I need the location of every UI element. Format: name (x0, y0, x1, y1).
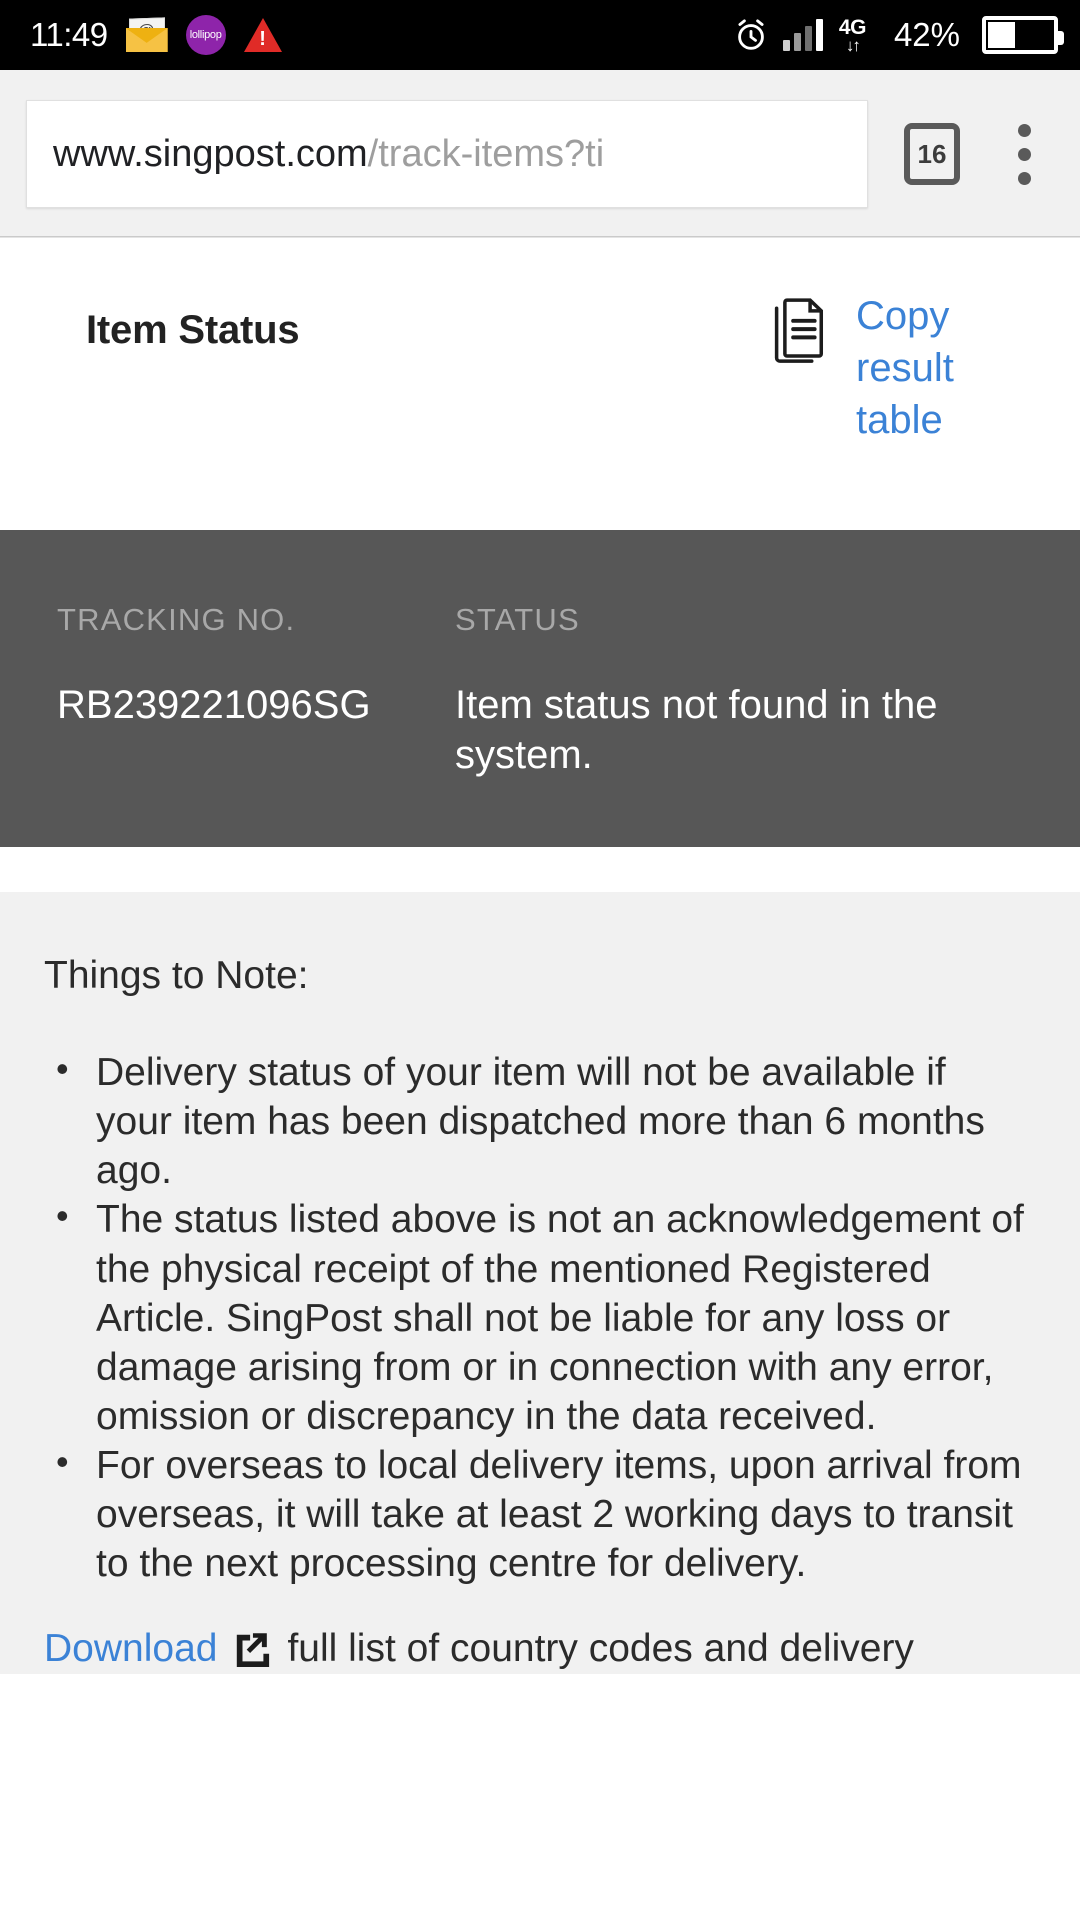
copy-result-table-label: Copy result table (856, 294, 954, 442)
mail-at-icon: @ (125, 17, 168, 52)
url-text: www.singpost.com/track-items?ti (53, 135, 604, 173)
download-country-codes-row: Download full list of country codes and … (44, 1624, 1024, 1673)
lollipop-icon: lollipop (185, 15, 226, 55)
battery-icon (982, 16, 1064, 54)
network-type-icon: 4G ↓↑ (838, 15, 867, 55)
status-bar-notification-icons: @ lollipop ! (125, 15, 282, 55)
url-input[interactable]: www.singpost.com/track-items?ti (26, 100, 868, 208)
status-column: STATUS Item status not found in the syst… (455, 602, 1080, 847)
warning-triangle-icon: ! (243, 18, 282, 52)
page-title: Item Status (86, 308, 300, 352)
url-host: www.singpost.com (53, 133, 368, 175)
things-to-note-title: Things to Note: (44, 954, 309, 997)
status-bar-system-icons: 4G ↓↑ 42% (733, 15, 1064, 55)
item-status-header: Item Status Copy result table (0, 238, 1080, 530)
tracking-number-column: TRACKING NO. RB239221096SG (0, 602, 455, 847)
section-divider (0, 847, 1080, 892)
status-value: Item status not found in the system. (455, 683, 938, 778)
list-item: The status listed above is not an acknow… (44, 1193, 1024, 1441)
tab-counter-button[interactable]: 16 (904, 123, 960, 185)
kebab-menu-icon[interactable] (994, 123, 1054, 185)
download-tail-text: full list of country codes and delivery (287, 1627, 914, 1671)
result-panel: TRACKING NO. RB239221096SG STATUS Item s… (0, 530, 1080, 847)
things-to-note-list: Delivery status of your item will not be… (44, 1046, 1024, 1588)
url-path: /track-items?ti (367, 133, 605, 175)
status-bar-clock: 11:49 (30, 16, 108, 53)
tracking-number-value: RB239221096SG (57, 683, 371, 727)
download-link[interactable]: Download (44, 1624, 217, 1673)
status-label: STATUS (455, 602, 580, 637)
tracking-number-label: TRACKING NO. (57, 602, 296, 637)
copy-result-table-button[interactable]: Copy result table (770, 280, 1034, 446)
network-arrows: ↓↑ (845, 35, 861, 55)
network-type-label: 4G (838, 15, 867, 39)
list-item: Delivery status of your item will not be… (44, 1046, 1024, 1195)
external-link-icon[interactable] (233, 1629, 271, 1669)
status-bar: 11:49 @ lollipop ! 4G ↓↑ (0, 0, 1080, 70)
browser-toolbar: www.singpost.com/track-items?ti 16 (0, 70, 1080, 238)
cellular-signal-icon (782, 19, 823, 51)
page-content: Item Status Copy result table TRACKING N… (0, 238, 1080, 1674)
tab-counter-label: 16 (917, 138, 947, 169)
battery-percent-label: 42% (893, 16, 960, 53)
copy-document-icon (770, 296, 832, 368)
alarm-clock-icon (733, 17, 769, 53)
things-to-note-section: Things to Note: Delivery status of your … (0, 892, 1080, 1674)
list-item: For overseas to local delivery items, up… (44, 1439, 1024, 1588)
